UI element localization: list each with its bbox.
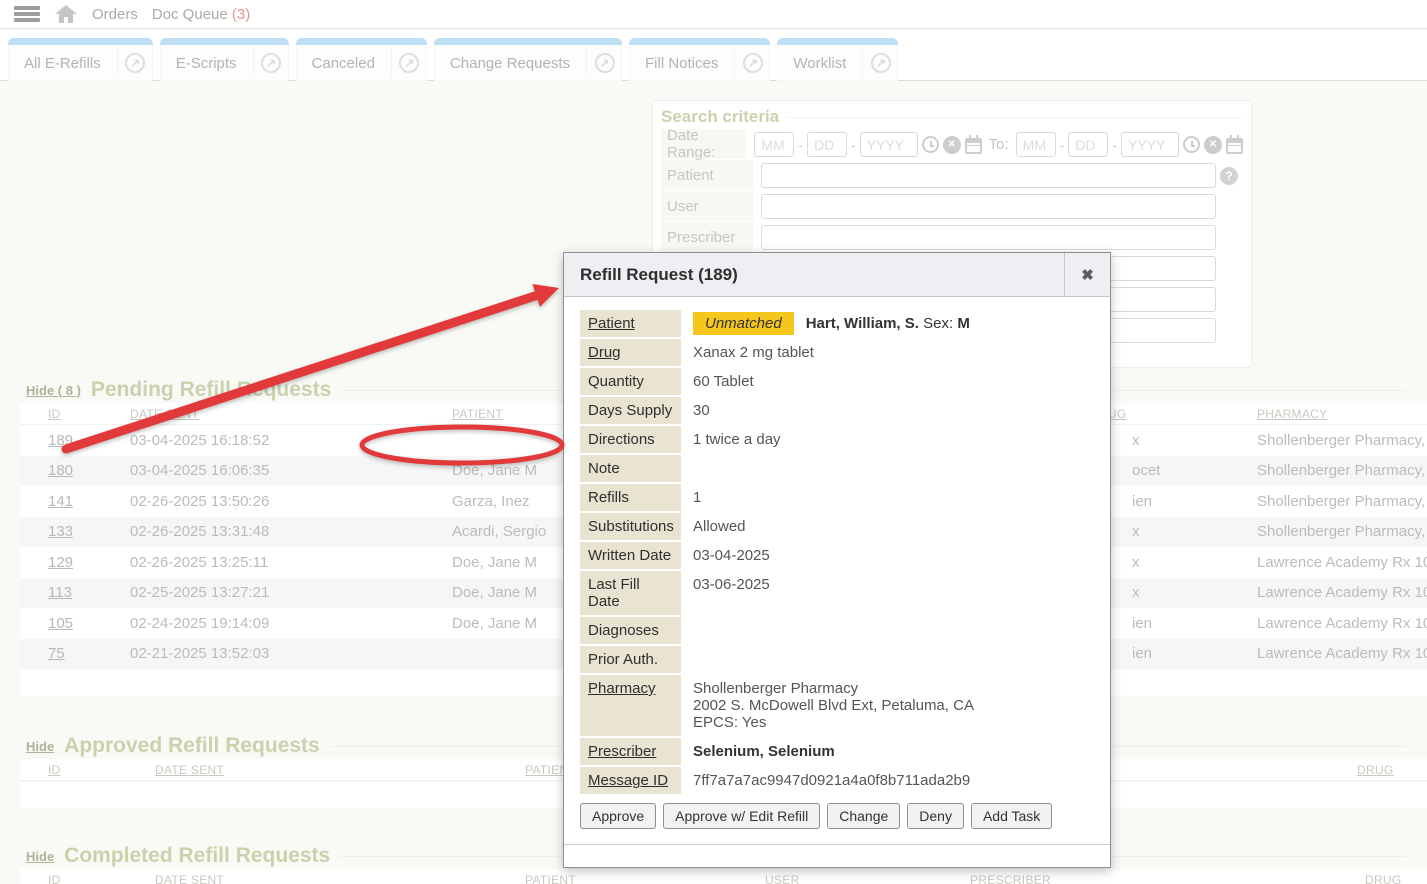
field-row: Prior Auth. <box>580 646 1094 673</box>
field-label: Note <box>580 455 681 482</box>
close-button[interactable]: ✖ <box>1064 253 1110 296</box>
field-value <box>681 617 1094 644</box>
dialog-body: Patient Unmatched Hart, William, S. Sex:… <box>564 297 1110 829</box>
refill-request-dialog: Refill Request (189) ✖ Patient Unmatched… <box>563 252 1111 868</box>
patient-name: Hart, William, S. Sex: M <box>806 315 970 332</box>
field-row: Prescriber Selenium, Selenium <box>580 738 1094 765</box>
patient-name-text: Hart, William, S. <box>806 315 919 332</box>
field-label: Quantity <box>580 368 681 395</box>
close-icon: ✖ <box>1081 266 1094 284</box>
field-value <box>681 455 1094 482</box>
action-button[interactable]: Add Task <box>971 803 1052 829</box>
field-row: Last Fill Date 03-06-2025 <box>580 571 1094 615</box>
field-label: Substitutions <box>580 513 681 540</box>
field-label: Prior Auth. <box>580 646 681 673</box>
field-value: Shollenberger Pharmacy 2002 S. McDowell … <box>681 675 1094 736</box>
field-row: Note <box>580 455 1094 482</box>
unmatched-badge: Unmatched <box>693 312 794 335</box>
field-value: Xanax 2 mg tablet <box>681 339 1094 366</box>
field-label: Diagnoses <box>580 617 681 644</box>
action-button[interactable]: Deny <box>907 803 964 829</box>
field-label: Drug <box>580 339 681 366</box>
field-value: 03-06-2025 <box>681 571 1094 615</box>
field-label: Directions <box>580 426 681 453</box>
field-row: Substitutions Allowed <box>580 513 1094 540</box>
field-row: Quantity 60 Tablet <box>580 368 1094 395</box>
patient-field-row: Patient Unmatched Hart, William, S. Sex:… <box>580 310 1094 337</box>
dialog-header: Refill Request (189) ✖ <box>564 253 1110 297</box>
field-value: 30 <box>681 397 1094 424</box>
field-value: 1 twice a day <box>681 426 1094 453</box>
field-value: Allowed <box>681 513 1094 540</box>
dialog-actions: Approve Approve w/ Edit Refill Change De… <box>580 803 1094 829</box>
field-label: Last Fill Date <box>580 571 681 615</box>
dialog-footer-divider <box>564 844 1110 845</box>
patient-field-label[interactable]: Patient <box>580 310 681 337</box>
field-row: Written Date 03-04-2025 <box>580 542 1094 569</box>
field-value: Selenium, Selenium <box>681 738 1094 765</box>
field-value: 03-04-2025 <box>681 542 1094 569</box>
app-window: Orders Doc Queue (3) All E-Refills ↗ E-S… <box>0 0 1427 884</box>
field-label: Written Date <box>580 542 681 569</box>
field-value <box>681 646 1094 673</box>
field-label: Message ID <box>580 767 681 794</box>
dialog-fields: Drug Xanax 2 mg tablet Quantity 60 Table… <box>580 339 1094 794</box>
field-row: Message ID 7ff7a7a7ac9947d0921a4a0f8b711… <box>580 767 1094 794</box>
field-row: Pharmacy Shollenberger Pharmacy 2002 S. … <box>580 675 1094 736</box>
action-button[interactable]: Change <box>827 803 900 829</box>
field-row: Directions 1 twice a day <box>580 426 1094 453</box>
field-value: 7ff7a7a7ac9947d0921a4a0f8b711ada2b9 <box>681 767 1094 794</box>
field-value: 1 <box>681 484 1094 511</box>
sex-label: Sex: <box>923 315 953 332</box>
field-value: 60 Tablet <box>681 368 1094 395</box>
sex-value: M <box>957 315 970 332</box>
field-row: Diagnoses <box>580 617 1094 644</box>
field-label: Refills <box>580 484 681 511</box>
field-label: Prescriber <box>580 738 681 765</box>
action-button[interactable]: Approve <box>580 803 656 829</box>
field-label: Days Supply <box>580 397 681 424</box>
field-label: Pharmacy <box>580 675 681 736</box>
field-row: Refills 1 <box>580 484 1094 511</box>
field-row: Drug Xanax 2 mg tablet <box>580 339 1094 366</box>
dialog-title: Refill Request (189) <box>564 265 1064 285</box>
field-row: Days Supply 30 <box>580 397 1094 424</box>
action-button[interactable]: Approve w/ Edit Refill <box>663 803 820 829</box>
